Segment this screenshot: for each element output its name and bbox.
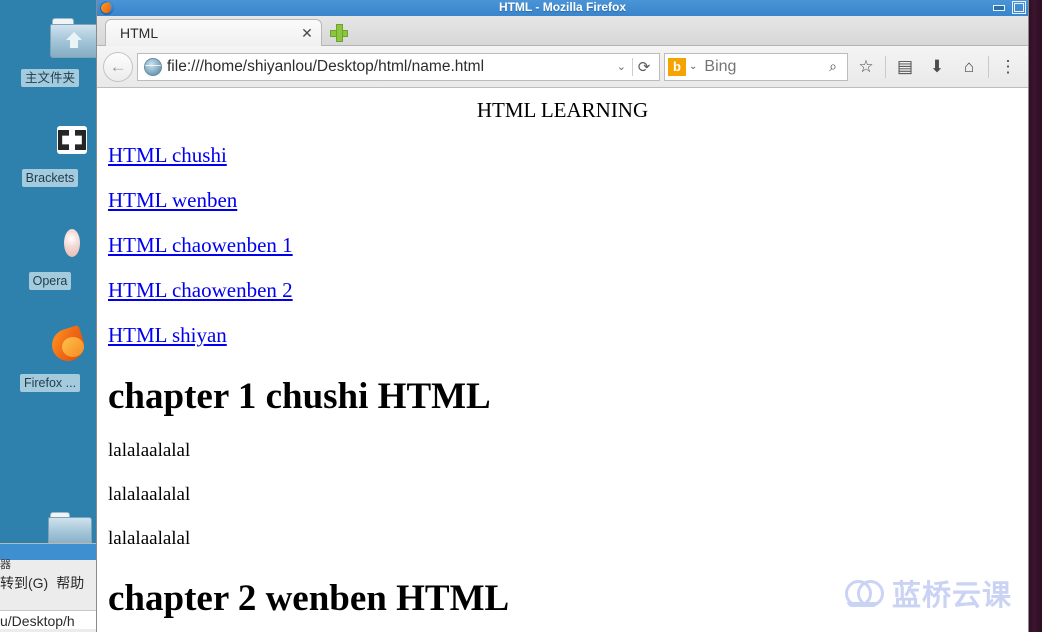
window-controls — [992, 1, 1026, 14]
search-input[interactable] — [702, 56, 822, 77]
page-link-chaowenben-1[interactable]: HTML chaowenben 1 — [108, 233, 293, 258]
firefox-app-icon — [26, 323, 89, 371]
window-title: HTML - Mozilla Firefox — [498, 0, 627, 14]
desktop-icon-firefox[interactable]: Firefox ... — [0, 323, 100, 397]
desktop-icon-brackets[interactable]: Brackets — [0, 118, 100, 192]
minimize-button[interactable] — [992, 2, 1005, 13]
firefox-logo-icon — [100, 1, 114, 15]
menu-icon[interactable]: ⋮ — [994, 53, 1022, 81]
bookmark-star-icon[interactable]: ☆ — [852, 53, 880, 81]
file-manager-menubar[interactable]: 转到(G) 帮助 — [0, 574, 92, 592]
browser-tab[interactable]: HTML ✕ — [105, 19, 322, 46]
page-content: HTML LEARNING HTML chushi HTML wenben HT… — [97, 88, 1028, 632]
desktop-icon-label: Firefox ... — [19, 374, 81, 392]
desktop-icon-label: Brackets — [21, 169, 79, 187]
globe-icon — [144, 57, 162, 76]
background-window-strip — [1028, 0, 1042, 632]
folder-home-icon — [26, 18, 98, 66]
page-link-wenben[interactable]: HTML wenben — [108, 188, 237, 213]
toolbar-separator — [988, 55, 989, 78]
downloads-icon[interactable]: ⬇ — [923, 53, 951, 81]
section-paragraph: lalalaalalal — [108, 440, 191, 461]
url-text[interactable]: file:///home/shiyanlou/Desktop/html/name… — [167, 58, 611, 76]
tab-title: HTML — [120, 25, 159, 41]
section-heading-1: chapter 1 chushi HTML — [108, 376, 491, 417]
section-paragraph: lalalaalalal — [108, 484, 191, 505]
page-link-chaowenben-2[interactable]: HTML chaowenben 2 — [108, 278, 293, 303]
chevron-down-icon[interactable]: ⌄ — [686, 61, 702, 72]
url-bar[interactable]: file:///home/shiyanlou/Desktop/html/name… — [137, 52, 660, 81]
page-title: HTML LEARNING — [476, 98, 649, 122]
window-titlebar: HTML - Mozilla Firefox — [97, 0, 1028, 16]
new-tab-icon[interactable] — [330, 24, 348, 42]
maximize-button[interactable] — [1012, 1, 1026, 14]
page-link-chushi[interactable]: HTML chushi — [108, 143, 227, 168]
desktop-icon-home-folder[interactable]: 主文件夹 — [0, 18, 100, 92]
search-icon[interactable]: ⌕ — [822, 58, 844, 75]
file-manager-window[interactable]: 器 转到(G) 帮助 u/Desktop/h — [0, 543, 101, 632]
opera-app-icon — [26, 221, 80, 269]
library-icon[interactable]: ▤ — [891, 53, 919, 81]
chevron-down-icon[interactable]: ⌄ — [611, 60, 632, 73]
navigation-toolbar: ← file:///home/shiyanlou/Desktop/html/na… — [97, 46, 1028, 88]
tab-close-icon[interactable]: ✕ — [297, 25, 321, 42]
section-heading-2: chapter 2 wenben HTML — [108, 578, 510, 619]
toolbar-separator — [885, 55, 886, 78]
section-paragraph: lalalaalalal — [108, 528, 191, 549]
search-bar[interactable]: b ⌄ ⌕ — [664, 52, 848, 81]
desktop-icon-folder-lower[interactable] — [48, 512, 92, 547]
bing-icon[interactable]: b — [668, 57, 686, 76]
file-manager-title: 器 — [0, 559, 11, 571]
home-icon[interactable]: ⌂ — [955, 53, 983, 81]
tab-strip: HTML ✕ — [97, 16, 1028, 46]
desktop-icon-label: 主文件夹 — [20, 69, 79, 87]
menu-item-goto[interactable]: 转到(G) — [0, 575, 48, 591]
firefox-window: HTML - Mozilla Firefox HTML ✕ ← file:///… — [97, 0, 1028, 632]
desktop-icon-opera[interactable]: Opera — [0, 221, 100, 295]
desktop-icon-label: Opera — [28, 272, 72, 290]
menu-item-help[interactable]: 帮助 — [56, 575, 84, 591]
file-manager-path[interactable]: u/Desktop/h — [0, 610, 100, 629]
file-manager-titlebar — [0, 544, 100, 560]
page-link-shiyan[interactable]: HTML shiyan — [108, 323, 227, 348]
reload-icon[interactable]: ⟳ — [632, 57, 655, 76]
brackets-app-icon — [26, 118, 87, 166]
back-button[interactable]: ← — [103, 51, 133, 82]
